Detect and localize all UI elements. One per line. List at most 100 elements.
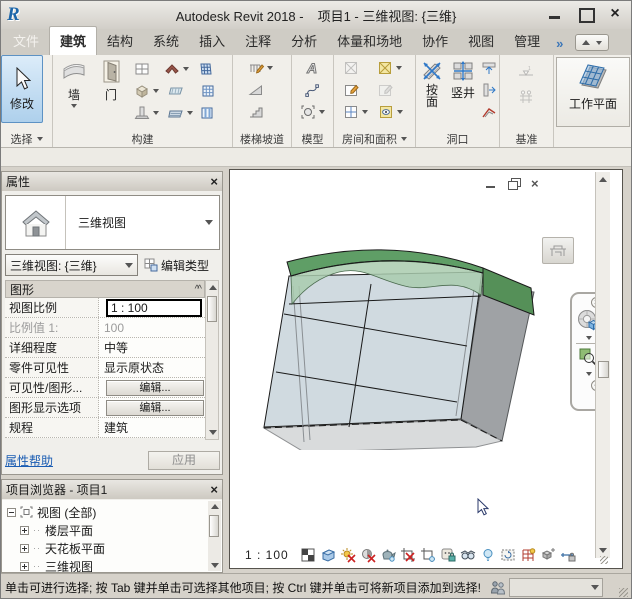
property-row[interactable]: 可见性/图形... 编辑... xyxy=(5,378,205,398)
highlight-displacement-sets-icon[interactable] xyxy=(540,547,557,563)
tab-systems[interactable]: 系统 xyxy=(143,27,189,55)
sun-path-off-icon[interactable] xyxy=(340,547,357,563)
scroll-up-icon[interactable] xyxy=(599,177,607,182)
model-line-icon[interactable] xyxy=(303,82,321,98)
floor-dropdown-icon[interactable] xyxy=(187,111,193,115)
visual-style-icon[interactable] xyxy=(320,547,337,563)
tree-item-ceiling-plans[interactable]: ·· 天花板平面 xyxy=(2,539,222,557)
modify-button[interactable]: 修改 xyxy=(1,55,43,123)
property-row[interactable]: 规程 建筑 xyxy=(5,418,205,438)
door-button[interactable]: 门 xyxy=(99,59,123,103)
roof-icon[interactable] xyxy=(163,61,181,77)
wall-button[interactable]: 墙 xyxy=(61,59,87,108)
temporary-hide-isolate-icon[interactable] xyxy=(460,547,477,563)
tab-file[interactable]: 文件 xyxy=(3,27,49,55)
reveal-constraints-icon[interactable] xyxy=(560,547,577,563)
panel-label-circulation[interactable]: 楼梯坡道 xyxy=(233,130,291,147)
property-row[interactable]: 视图比例 1 : 100 xyxy=(5,298,205,318)
wall-opening-icon[interactable] xyxy=(480,60,498,76)
tab-overflow-icon[interactable]: » xyxy=(554,32,565,55)
panel-label-room-area[interactable]: 房间和面积 xyxy=(334,130,415,147)
view-restore-icon[interactable] xyxy=(508,178,521,190)
property-row[interactable]: 比例值 1: 100 xyxy=(5,318,205,338)
scroll-up-icon[interactable] xyxy=(209,285,217,290)
browser-scrollbar[interactable] xyxy=(208,501,221,571)
show-crop-region-icon[interactable] xyxy=(420,547,437,563)
view-vertical-scrollbar[interactable] xyxy=(595,172,610,558)
component-icon[interactable] xyxy=(133,83,151,99)
viewcube-home-icon[interactable] xyxy=(542,237,574,264)
curtain-grid-icon[interactable] xyxy=(199,83,217,99)
zoom-dropdown-icon[interactable] xyxy=(586,372,592,376)
graphic-display-edit-button[interactable]: 编辑... xyxy=(106,400,204,416)
scrollbar-thumb[interactable] xyxy=(598,361,609,378)
area-dropdown-icon[interactable] xyxy=(362,110,368,114)
model-group-dropdown-icon[interactable] xyxy=(319,110,325,114)
maximize-button[interactable] xyxy=(577,6,593,22)
project-browser-header[interactable]: 项目浏览器 - 项目1 × xyxy=(2,480,222,499)
column-icon[interactable] xyxy=(133,105,151,121)
window-resize-grip[interactable] xyxy=(619,588,628,597)
type-selector-dropdown-icon[interactable] xyxy=(205,220,213,225)
tree-item-3d-views[interactable]: ·· 三维视图 xyxy=(2,557,222,573)
tag-area-icon[interactable] xyxy=(376,82,394,98)
view-canvas[interactable]: × × xyxy=(229,169,623,569)
area-icon[interactable] xyxy=(342,104,360,120)
view-close-icon[interactable]: × xyxy=(531,178,544,190)
viewbar-resize-grip[interactable] xyxy=(600,556,608,564)
roof-dropdown-icon[interactable] xyxy=(183,67,189,71)
building-model[interactable] xyxy=(254,230,544,450)
column-dropdown-icon[interactable] xyxy=(153,111,159,115)
tree-item-views[interactable]: 视图 (全部) xyxy=(2,503,222,521)
panel-label-model[interactable]: 模型 xyxy=(292,130,333,147)
curtain-system-icon[interactable] xyxy=(197,61,215,77)
expand-plus-icon[interactable] xyxy=(20,562,29,571)
section-graphics[interactable]: 图形 ^^ xyxy=(5,280,205,298)
level-icon[interactable]: 1 xyxy=(517,64,535,80)
model-group-icon[interactable] xyxy=(299,104,317,120)
ceiling-icon[interactable] xyxy=(167,83,185,99)
tab-annotate[interactable]: 注释 xyxy=(235,27,281,55)
view-scale-value[interactable]: 1 : 100 xyxy=(106,299,202,317)
tab-view[interactable]: 视图 xyxy=(458,27,504,55)
visibility-edit-button[interactable]: 编辑... xyxy=(106,380,204,396)
worksharing-icon[interactable] xyxy=(490,580,506,595)
shaft-button[interactable]: 竖井 xyxy=(448,59,478,101)
railing-dropdown-icon[interactable] xyxy=(267,66,273,70)
edit-type-button[interactable]: 编辑类型 xyxy=(142,254,211,276)
detail-level-icon[interactable] xyxy=(300,547,317,563)
room-tag-dropdown-icon[interactable] xyxy=(396,66,402,70)
show-analytical-model-icon[interactable] xyxy=(520,547,537,563)
property-value[interactable]: 显示原状态 xyxy=(99,359,205,376)
window-icon[interactable] xyxy=(133,61,151,77)
property-row[interactable]: 零件可见性 显示原状态 xyxy=(5,358,205,378)
crop-view-off-icon[interactable] xyxy=(400,547,417,563)
panel-label-build[interactable]: 构建 xyxy=(53,130,232,147)
tab-insert[interactable]: 插入 xyxy=(189,27,235,55)
scrollbar-thumb[interactable] xyxy=(207,296,217,322)
opening-by-face-button[interactable]: 按面 xyxy=(418,59,446,108)
project-browser-close-icon[interactable]: × xyxy=(210,482,218,497)
property-value[interactable]: 建筑 xyxy=(99,419,205,436)
expand-plus-icon[interactable] xyxy=(20,526,29,535)
vertical-opening-icon[interactable] xyxy=(480,82,498,98)
minimize-button[interactable] xyxy=(547,6,563,22)
wheel-dropdown-icon[interactable] xyxy=(586,336,592,340)
tab-collaborate[interactable]: 协作 xyxy=(412,27,458,55)
grid-icon[interactable] xyxy=(517,90,535,106)
properties-scrollbar[interactable] xyxy=(205,280,219,440)
property-row[interactable]: 详细程度 中等 xyxy=(5,338,205,358)
design-options-dropdown[interactable] xyxy=(509,578,603,597)
workplane-button[interactable]: 工作平面 xyxy=(556,57,630,127)
tab-architecture[interactable]: 建筑 xyxy=(49,26,97,55)
tab-analyze[interactable]: 分析 xyxy=(281,27,327,55)
tab-structure[interactable]: 结构 xyxy=(97,27,143,55)
area-tag-dropdown-icon[interactable] xyxy=(397,110,403,114)
floor-icon[interactable] xyxy=(167,105,185,121)
railing-icon[interactable] xyxy=(247,60,265,76)
reveal-hidden-elements-icon[interactable] xyxy=(480,547,497,563)
ramp-icon[interactable] xyxy=(247,82,265,98)
tab-massing-site[interactable]: 体量和场地 xyxy=(327,27,412,55)
section-collapse-icon[interactable]: ^^ xyxy=(195,284,200,295)
room-tag-icon[interactable] xyxy=(376,60,394,76)
